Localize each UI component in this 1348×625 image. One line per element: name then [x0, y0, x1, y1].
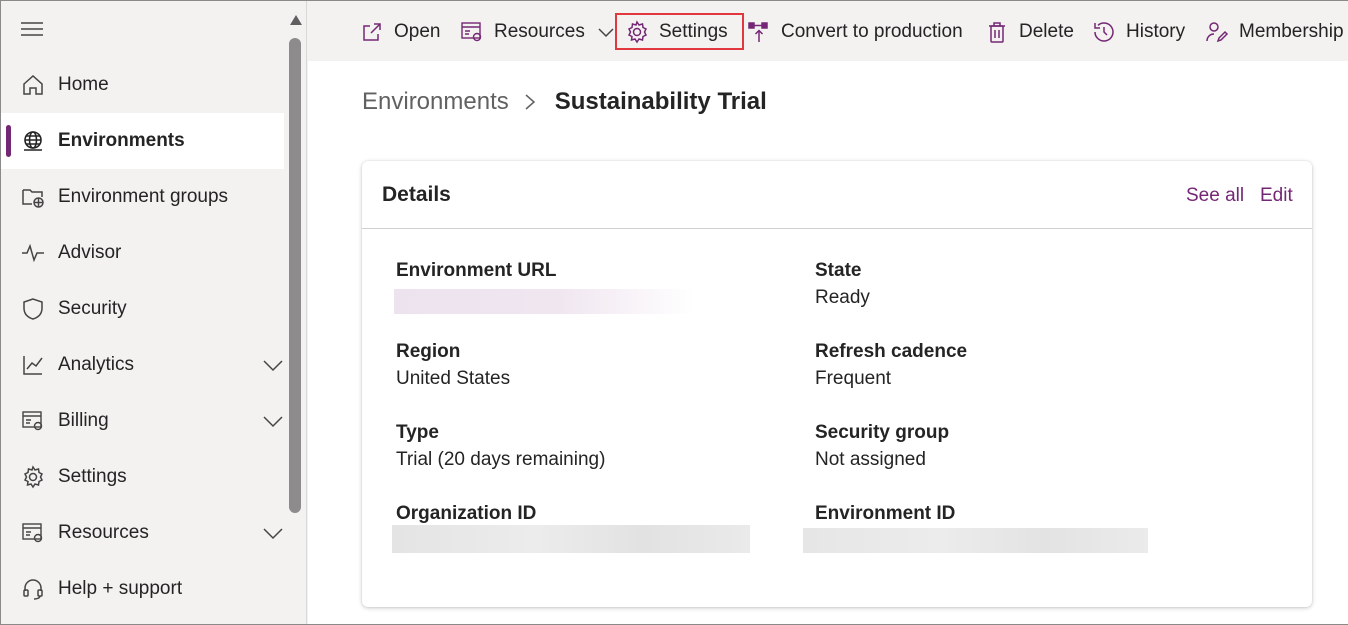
sidebar-item-environment-groups[interactable]: Environment groups	[1, 169, 284, 225]
type-value: Trial (20 days remaining)	[396, 449, 606, 470]
chevron-down-icon[interactable]	[262, 356, 284, 374]
resources-icon	[461, 21, 482, 41]
environment-id-value-redacted	[803, 528, 1148, 553]
region-value: United States	[396, 368, 511, 389]
sidebar-item-help-support[interactable]: Help + support	[1, 561, 284, 617]
chevron-down-icon[interactable]	[262, 412, 284, 430]
resources-label: Resources	[494, 20, 585, 42]
details-card: Details See all Edit Environment URL Sta…	[362, 161, 1312, 607]
sidebar-item-label: Billing	[58, 410, 109, 431]
folder-globe-icon	[21, 185, 45, 209]
sidebar-item-billing[interactable]: Billing	[1, 393, 284, 449]
chevron-down-icon	[598, 27, 614, 37]
refresh-cadence-value: Frequent	[815, 368, 892, 389]
resources-button[interactable]: Resources	[460, 15, 615, 48]
home-icon	[21, 73, 45, 97]
command-bar: Open Resources Settings Convert to produ…	[308, 1, 1348, 61]
gear-icon	[627, 19, 648, 43]
sidebar-item-advisor[interactable]: Advisor	[1, 225, 284, 281]
sidebar-item-label: Environment groups	[58, 186, 229, 207]
settings-button[interactable]: Settings	[615, 13, 744, 50]
hamburger-menu-icon[interactable]	[21, 20, 43, 38]
region-label: Region	[396, 341, 461, 362]
environment-url-label: Environment URL	[396, 260, 557, 281]
sidebar-item-label: Environments	[58, 130, 185, 151]
sidebar-item-label: Settings	[58, 466, 127, 487]
main-content: Environments Sustainability Trial Detail…	[308, 61, 1348, 624]
open-label: Open	[394, 20, 441, 42]
gear-icon	[21, 465, 45, 489]
sidebar-item-home[interactable]: Home	[1, 57, 284, 113]
sidebar-item-label: Resources	[58, 522, 149, 543]
page-title: Sustainability Trial	[554, 88, 767, 115]
pulse-icon	[21, 241, 45, 265]
sidebar-item-label: Home	[58, 74, 109, 95]
person-edit-icon	[1206, 21, 1229, 42]
membership-label: Membership	[1239, 20, 1344, 42]
state-label: State	[815, 260, 862, 281]
chart-icon	[21, 353, 45, 377]
breadcrumb-environments-link[interactable]: Environments	[362, 88, 509, 116]
globe-icon	[21, 129, 45, 153]
details-card-header: Details See all Edit	[362, 161, 1312, 229]
sidebar-item-environments[interactable]: Environments	[1, 113, 284, 169]
refresh-cadence-label: Refresh cadence	[815, 341, 968, 362]
sidebar-scrollbar[interactable]	[284, 1, 307, 624]
chevron-right-icon	[525, 94, 535, 110]
sidebar-item-security[interactable]: Security	[1, 281, 284, 337]
scroll-up-arrow-icon[interactable]	[289, 13, 303, 25]
sidebar-item-settings[interactable]: Settings	[1, 449, 284, 505]
headset-icon	[21, 577, 45, 601]
chevron-down-icon[interactable]	[262, 524, 284, 542]
environment-url-value-redacted	[394, 289, 694, 314]
organization-id-label: Organization ID	[396, 503, 537, 524]
sidebar-item-label: Analytics	[58, 354, 135, 375]
convert-label: Convert to production	[781, 20, 963, 42]
see-all-link[interactable]: See all	[1186, 185, 1244, 207]
convert-to-production-button[interactable]: Convert to production	[747, 15, 963, 48]
security-group-value: Not assigned	[815, 449, 926, 470]
sidebar-item-label: Security	[58, 298, 127, 319]
sidebar-item-analytics[interactable]: Analytics	[1, 337, 284, 393]
billing-icon	[21, 409, 45, 433]
scrollbar-thumb[interactable]	[289, 38, 301, 513]
settings-label: Settings	[659, 20, 728, 42]
sidebar-item-label: Advisor	[58, 242, 122, 263]
history-icon	[1094, 21, 1114, 42]
history-button[interactable]: History	[1092, 15, 1185, 48]
open-button[interactable]: Open	[360, 15, 440, 48]
environment-id-label: Environment ID	[815, 503, 956, 524]
membership-button[interactable]: Membership	[1205, 15, 1344, 48]
state-value: Ready	[815, 287, 870, 308]
type-label: Type	[396, 422, 439, 443]
edit-link[interactable]: Edit	[1260, 185, 1293, 207]
organization-id-value-redacted	[392, 525, 750, 553]
details-title: Details	[382, 183, 451, 206]
delete-label: Delete	[1019, 20, 1074, 42]
history-label: History	[1126, 20, 1186, 42]
convert-icon	[748, 21, 768, 42]
delete-button[interactable]: Delete	[985, 15, 1074, 48]
sidebar-item-resources[interactable]: Resources	[1, 505, 284, 561]
breadcrumb: Environments Sustainability Trial	[362, 88, 767, 116]
sidebar-item-label: Help + support	[58, 578, 183, 599]
resources-icon	[21, 521, 45, 545]
sidebar: Home Environments Environment groups Adv…	[1, 1, 284, 624]
trash-icon	[989, 21, 1005, 43]
open-external-icon	[363, 22, 381, 41]
shield-icon	[21, 297, 45, 321]
security-group-label: Security group	[815, 422, 950, 443]
